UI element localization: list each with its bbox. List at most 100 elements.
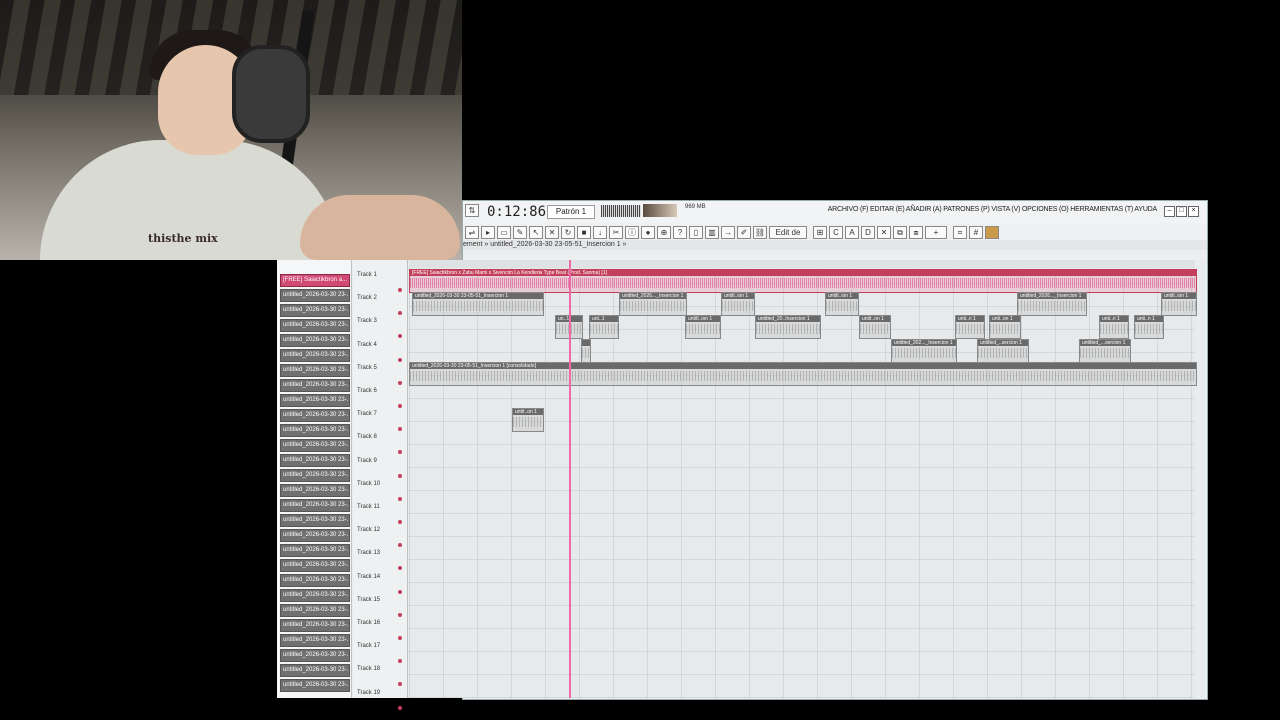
main-menu[interactable]: ARCHIVO (F) EDITAR (E) AÑADIR (A) PATRON… <box>828 206 1157 213</box>
browser-clip-item[interactable]: [FREE] Saiactikbron a... <box>280 274 350 287</box>
minimize-icon[interactable]: – <box>1164 206 1175 217</box>
browser-clip-item[interactable]: untitled_2026-03-30 23-... <box>280 289 350 302</box>
track-name[interactable]: Track 3 <box>357 318 377 324</box>
playlist-clip[interactable]: untitled_2026-03-30 23-05-51_Insercion 1 <box>412 292 544 317</box>
browser-clip-item[interactable]: untitled_2026-03-30 23-... <box>280 304 350 317</box>
track-mute-led[interactable] <box>398 682 402 687</box>
track-name[interactable]: Track 9 <box>357 458 377 464</box>
playlist-clip[interactable]: unti..n 1 <box>955 315 985 340</box>
color-icon[interactable] <box>985 226 999 239</box>
track-name[interactable]: Track 5 <box>357 365 377 371</box>
playlist-clip[interactable]: untitled_20..Insercion 1 <box>755 315 821 340</box>
track-mute-led[interactable] <box>398 404 402 408</box>
copy-icon[interactable]: ⧉ <box>893 226 907 239</box>
browser-clip-item[interactable]: untitled_2026-03-30 23-... <box>280 364 350 377</box>
browser-clip-item[interactable]: untitled_2026-03-30 23-... <box>280 439 350 452</box>
ctrl-button[interactable]: C <box>829 226 843 239</box>
playlist-clip[interactable]: unti..on 1 <box>989 315 1021 340</box>
link-icon[interactable]: ⇌ <box>465 226 479 239</box>
track-mute-led[interactable] <box>398 427 402 432</box>
keyboard-icon[interactable]: ▥ <box>705 226 719 239</box>
track-name[interactable]: Track 12 <box>357 527 380 533</box>
playlist-clip[interactable]: unt..1 <box>589 315 619 340</box>
des-button[interactable]: D <box>861 226 875 239</box>
track-name[interactable]: Track 17 <box>357 643 380 649</box>
mixer-icon[interactable]: ⇅ <box>465 204 479 217</box>
track-name[interactable]: Track 14 <box>357 574 380 580</box>
playlist-clip[interactable]: untit..on 1 <box>512 408 544 433</box>
track-mute-led[interactable] <box>398 566 402 571</box>
browser-clip-item[interactable]: untitled_2026-03-30 23-... <box>280 574 350 587</box>
browser-clip-item[interactable]: untitled_2026-03-30 23-... <box>280 469 350 482</box>
track-name[interactable]: Track 11 <box>357 504 380 510</box>
hash-icon[interactable]: # <box>969 226 983 239</box>
maximize-icon[interactable]: □ <box>1176 206 1187 217</box>
browser-clip-item[interactable]: untitled_2026-03-30 23-... <box>280 679 350 692</box>
browser-clip-item[interactable]: untitled_2026-03-30 23-... <box>280 529 350 542</box>
track-mute-led[interactable] <box>398 450 402 455</box>
playlist-clip[interactable]: untitl..ion 1 <box>721 292 755 317</box>
paste-icon[interactable]: ▭ <box>497 226 511 239</box>
track-mute-led[interactable] <box>398 473 402 478</box>
playlist-clip[interactable]: untitled_2026..._Insercion 1 <box>1017 292 1087 317</box>
close-icon[interactable]: × <box>1188 206 1199 217</box>
next-icon[interactable]: → <box>721 226 735 239</box>
web-icon[interactable]: ⊕ <box>657 226 671 239</box>
browser-clip-item[interactable]: untitled_2026-03-30 23-... <box>280 664 350 677</box>
playhead[interactable] <box>569 260 571 698</box>
track-mute-led[interactable] <box>398 380 402 385</box>
track-name[interactable]: Track 18 <box>357 666 380 672</box>
track-name[interactable]: Track 4 <box>357 342 377 348</box>
brush-icon[interactable]: ✎ <box>513 226 527 239</box>
snap-selector[interactable]: Edit de pat <box>769 226 807 248</box>
playlist-clip[interactable]: untitled_...sercion 1 <box>1079 338 1131 363</box>
track-name[interactable]: Track 8 <box>357 434 377 440</box>
loop-icon[interactable]: ↻ <box>561 226 575 239</box>
playlist-clip[interactable]: untitled_202..._Insercion 1 <box>891 338 957 363</box>
pencil-icon[interactable]: ✐ <box>737 226 751 239</box>
playlist-clip[interactable]: untit..on 1 <box>859 315 891 340</box>
pattern-selector[interactable]: Patrón 1 <box>547 205 595 219</box>
track-name[interactable]: Track 2 <box>357 295 377 301</box>
download-icon[interactable]: ↓ <box>593 226 607 239</box>
track-mute-led[interactable] <box>398 311 402 316</box>
help-icon[interactable]: ? <box>673 226 687 239</box>
track-name[interactable]: Track 13 <box>357 550 380 556</box>
stamp-icon[interactable]: ⊞ <box>813 226 827 239</box>
clone-icon[interactable]: ⧈ <box>909 226 923 239</box>
browser-clip-item[interactable]: untitled_2026-03-30 23-... <box>280 424 350 437</box>
playlist-clip[interactable]: untitled_2026..._Insercion 1 <box>619 292 687 317</box>
browser-clip-item[interactable]: untitled_2026-03-30 23-... <box>280 619 350 632</box>
browser-clip-item[interactable]: untitled_2026-03-30 23-... <box>280 379 350 392</box>
grid-icon[interactable]: ⌗ <box>953 226 967 239</box>
browser-clip-item[interactable]: untitled_2026-03-30 23-... <box>280 559 350 572</box>
browser-clip-item[interactable]: untitled_2026-03-30 23-... <box>280 334 350 347</box>
browser-clip-item[interactable]: untitled_2026-03-30 23-... <box>280 649 350 662</box>
alt-button[interactable]: A <box>845 226 859 239</box>
save-icon[interactable]: ■ <box>577 226 591 239</box>
browser-clip-item[interactable]: untitled_2026-03-30 23-... <box>280 604 350 617</box>
playlist-clip[interactable]: untitled_2026-03-30 23-05-51_Insercion 1… <box>409 361 1197 386</box>
browser-clip-item[interactable]: untitled_2026-03-30 23-... <box>280 634 350 647</box>
add-button[interactable]: + <box>925 226 947 239</box>
piano-icon[interactable]: ▯ <box>689 226 703 239</box>
browser-clip-item[interactable]: untitled_2026-03-30 23-... <box>280 589 350 602</box>
browser-clip-item[interactable]: untitled_2026-03-30 23-... <box>280 514 350 527</box>
playlist-clip[interactable]: untitl..ion 1 <box>825 292 859 317</box>
playlist-clip[interactable]: unti..n 1 <box>1099 315 1129 340</box>
track-mute-led[interactable] <box>398 288 402 292</box>
browser-clip-item[interactable]: untitled_2026-03-30 23-... <box>280 454 350 467</box>
select-icon[interactable]: ↖ <box>529 226 543 239</box>
info-icon[interactable]: ⓘ <box>625 226 639 239</box>
playlist-clip[interactable]: unti..n 1 <box>1134 315 1164 340</box>
playlist-clip[interactable]: [FREE] Saiactikbron x Zabu Mami x Sivenc… <box>409 269 1197 293</box>
track-mute-led[interactable] <box>398 357 402 362</box>
x-icon[interactable]: ✕ <box>877 226 891 239</box>
track-name[interactable]: Track 6 <box>357 388 377 394</box>
track-mute-led[interactable] <box>398 705 402 710</box>
track-mute-led[interactable] <box>398 520 402 524</box>
browser-clip-item[interactable]: untitled_2026-03-30 23-... <box>280 349 350 362</box>
track-mute-led[interactable] <box>398 659 402 664</box>
track-name[interactable]: Track 1 <box>357 272 377 278</box>
playlist-clip[interactable]: untitl..ion 1 <box>685 315 721 340</box>
